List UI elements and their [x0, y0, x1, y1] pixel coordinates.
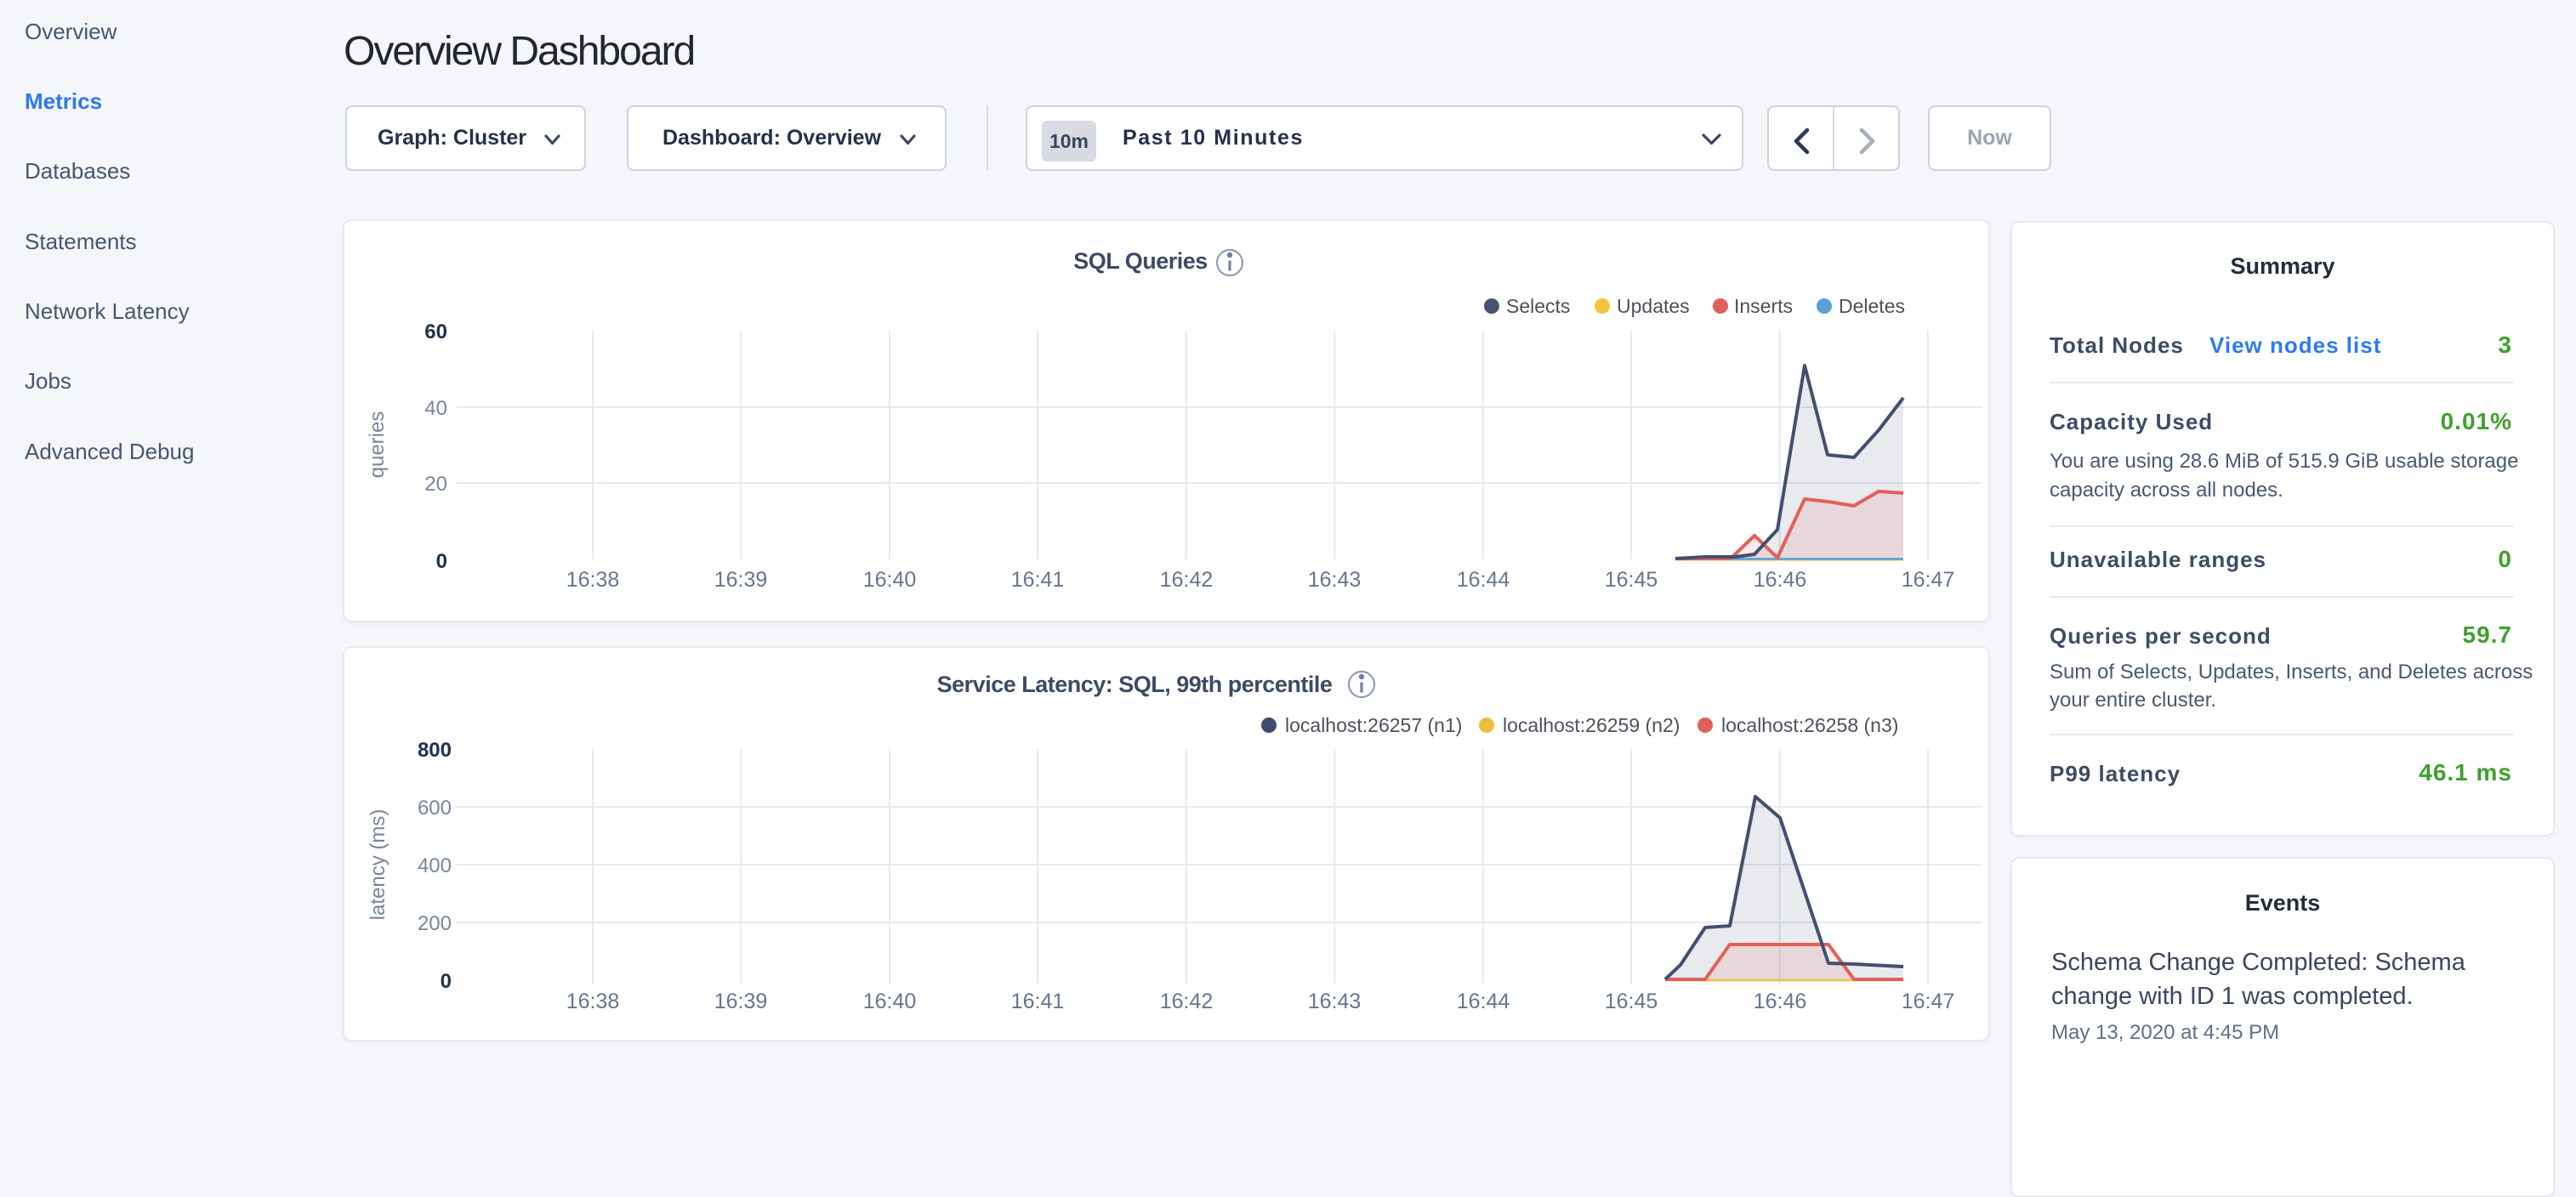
- svg-text:16:45: 16:45: [1605, 990, 1658, 1013]
- svg-text:0: 0: [441, 970, 452, 993]
- svg-text:0: 0: [436, 550, 447, 573]
- svg-text:200: 200: [418, 912, 452, 935]
- svg-text:localhost:26259 (n2): localhost:26259 (n2): [1503, 714, 1680, 736]
- svg-text:400: 400: [418, 854, 452, 877]
- svg-text:600: 600: [418, 797, 452, 820]
- svg-text:16:43: 16:43: [1308, 568, 1362, 592]
- svg-text:Inserts: Inserts: [1734, 295, 1793, 317]
- svg-text:16:41: 16:41: [1011, 568, 1065, 592]
- svg-text:16:44: 16:44: [1457, 990, 1510, 1013]
- svg-text:16:42: 16:42: [1160, 990, 1214, 1013]
- svg-text:localhost:26257 (n1): localhost:26257 (n1): [1285, 714, 1462, 736]
- svg-text:16:45: 16:45: [1605, 568, 1658, 592]
- svg-text:60: 60: [424, 321, 447, 343]
- svg-text:16:38: 16:38: [566, 990, 620, 1013]
- svg-text:Selects: Selects: [1506, 295, 1570, 317]
- svg-text:16:40: 16:40: [863, 990, 917, 1013]
- svg-text:16:39: 16:39: [714, 990, 768, 1013]
- svg-text:16:44: 16:44: [1457, 568, 1510, 592]
- svg-text:16:43: 16:43: [1308, 990, 1362, 1013]
- svg-text:40: 40: [424, 397, 447, 420]
- svg-text:800: 800: [418, 739, 452, 762]
- svg-text:16:41: 16:41: [1011, 990, 1065, 1013]
- svg-text:16:46: 16:46: [1754, 990, 1807, 1013]
- svg-text:latency (ms): latency (ms): [367, 809, 390, 921]
- svg-text:SQL Queries: SQL Queries: [1073, 248, 1208, 274]
- svg-text:16:42: 16:42: [1160, 568, 1214, 592]
- svg-text:Service Latency: SQL, 99th per: Service Latency: SQL, 99th percentile: [937, 672, 1333, 697]
- svg-text:16:39: 16:39: [714, 568, 768, 592]
- svg-text:16:46: 16:46: [1754, 568, 1807, 592]
- svg-text:Deletes: Deletes: [1839, 295, 1905, 317]
- svg-text:20: 20: [424, 473, 447, 496]
- svg-text:16:47: 16:47: [1902, 990, 1955, 1013]
- svg-text:Updates: Updates: [1617, 295, 1690, 317]
- svg-text:localhost:26258 (n3): localhost:26258 (n3): [1721, 714, 1898, 736]
- svg-text:16:47: 16:47: [1902, 568, 1955, 592]
- svg-text:16:38: 16:38: [566, 568, 620, 592]
- svg-text:16:40: 16:40: [863, 568, 917, 592]
- svg-text:queries: queries: [366, 411, 389, 479]
